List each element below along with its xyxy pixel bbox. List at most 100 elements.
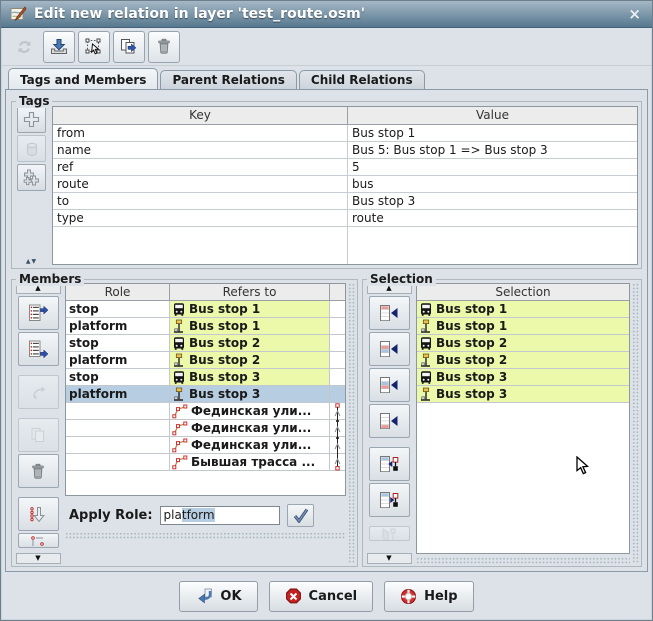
tag-key-cell[interactable]: type: [53, 210, 348, 226]
member-row[interactable]: stopBus stop 3: [66, 369, 345, 386]
tag-row-ref[interactable]: ref5: [53, 159, 637, 176]
tags-scroll-arrows[interactable]: ▲▼: [26, 258, 37, 265]
sort-members-button[interactable]: [18, 533, 59, 548]
member-row[interactable]: stopBus stop 2: [66, 335, 345, 352]
selection-column-header[interactable]: Selection: [417, 284, 629, 300]
value-column-header[interactable]: Value: [348, 107, 637, 124]
delete-relation-button[interactable]: [148, 31, 180, 63]
apply-role-input[interactable]: platform: [160, 506, 280, 525]
selection-horizontal-scrollbar[interactable]: [416, 557, 630, 564]
member-role-cell[interactable]: [66, 454, 170, 470]
member-role-cell[interactable]: stop: [66, 369, 170, 385]
selection-table-header[interactable]: Selection: [417, 284, 629, 301]
download-members-button[interactable]: [18, 497, 59, 531]
link-column-header[interactable]: [330, 284, 345, 300]
member-refers-to-cell[interactable]: Bus stop 2: [170, 335, 330, 351]
close-button[interactable]: ×: [626, 7, 643, 22]
member-refers-to-cell[interactable]: Bus stop 3: [170, 386, 330, 402]
tag-key-cell[interactable]: ref: [53, 159, 348, 175]
refers-to-column-header[interactable]: Refers to: [170, 284, 330, 300]
tag-row-name[interactable]: nameBus 5: Bus stop 1 => Bus stop 3: [53, 142, 637, 159]
member-row[interactable]: Фединская ули...: [66, 403, 345, 420]
selection-row[interactable]: Bus stop 3: [417, 386, 629, 403]
cancel-button[interactable]: Cancel: [269, 581, 374, 612]
members-table-empty-area[interactable]: [66, 471, 345, 495]
selection-row[interactable]: Bus stop 2: [417, 335, 629, 352]
member-role-cell[interactable]: stop: [66, 335, 170, 351]
duplicate-relation-button[interactable]: [113, 31, 145, 63]
tag-value-cell[interactable]: Bus 5: Bus stop 1 => Bus stop 3: [348, 142, 637, 158]
paste-tags-button[interactable]: [17, 164, 46, 191]
member-role-cell[interactable]: [66, 420, 170, 436]
tab-tags-and-members[interactable]: Tags and Members: [8, 68, 158, 89]
selection-row[interactable]: Bus stop 1: [417, 318, 629, 335]
tag-key-cell[interactable]: name: [53, 142, 348, 158]
tag-row-from[interactable]: fromBus stop 1: [53, 125, 637, 142]
member-row[interactable]: platformBus stop 2: [66, 352, 345, 369]
member-refers-to-cell[interactable]: Фединская ули...: [170, 437, 330, 453]
member-row[interactable]: platformBus stop 1: [66, 318, 345, 335]
tag-value-cell[interactable]: route: [348, 210, 637, 226]
members-scroll-down-button[interactable]: ▼: [16, 553, 61, 564]
ok-button[interactable]: OK: [179, 581, 257, 612]
member-refers-to-cell[interactable]: Bus stop 1: [170, 301, 330, 317]
selection-row[interactable]: Bus stop 1: [417, 301, 629, 318]
select-relation-button[interactable]: [78, 31, 110, 63]
add-selected-at-start-button[interactable]: [18, 296, 59, 330]
member-refers-to-cell[interactable]: Bus stop 1: [170, 318, 330, 334]
tags-table-header[interactable]: Key Value: [53, 107, 637, 125]
key-column-header[interactable]: Key: [53, 107, 348, 124]
tag-row-type[interactable]: typeroute: [53, 210, 637, 227]
selection-row[interactable]: Bus stop 3: [417, 369, 629, 386]
tab-child-relations[interactable]: Child Relations: [299, 70, 425, 89]
add-selection-at-start-button[interactable]: [369, 296, 410, 330]
members-horizontal-scrollbar[interactable]: [65, 532, 346, 539]
role-column-header[interactable]: Role: [66, 284, 170, 300]
member-row[interactable]: Фединская ули...: [66, 420, 345, 437]
member-refers-to-cell[interactable]: Bus stop 2: [170, 352, 330, 368]
member-refers-to-cell[interactable]: Фединская ули...: [170, 403, 330, 419]
remove-member-button[interactable]: [18, 454, 59, 488]
select-members-from-selection-button[interactable]: [369, 447, 410, 481]
member-row[interactable]: Бывшая трасса ...: [66, 454, 345, 471]
tag-value-cell[interactable]: bus: [348, 176, 637, 192]
member-row[interactable]: stopBus stop 1: [66, 301, 345, 318]
select-primitives-from-members-button[interactable]: [369, 483, 410, 517]
tag-key-cell[interactable]: to: [53, 193, 348, 209]
tag-row-to[interactable]: toBus stop 3: [53, 193, 637, 210]
member-refers-to-cell[interactable]: Фединская ули...: [170, 420, 330, 436]
member-refers-to-cell[interactable]: Бывшая трасса ...: [170, 454, 330, 470]
member-role-cell[interactable]: stop: [66, 301, 170, 317]
tab-parent-relations[interactable]: Parent Relations: [160, 70, 296, 89]
add-tag-button[interactable]: [17, 106, 46, 133]
member-role-cell[interactable]: platform: [66, 352, 170, 368]
apply-role-confirm-button[interactable]: [287, 504, 314, 527]
tag-value-cell[interactable]: Bus stop 1: [348, 125, 637, 141]
add-selected-at-end-button[interactable]: [18, 332, 59, 366]
tag-value-cell[interactable]: 5: [348, 159, 637, 175]
members-vertical-scrollbar[interactable]: [348, 283, 355, 564]
selection-vertical-scrollbar[interactable]: [632, 283, 639, 564]
tag-key-cell[interactable]: route: [53, 176, 348, 192]
add-selection-before-member-button[interactable]: [369, 332, 410, 366]
selection-scroll-down-button[interactable]: ▼: [367, 553, 412, 564]
titlebar[interactable]: Edit new relation in layer 'test_route.o…: [1, 1, 652, 28]
members-table-header[interactable]: Role Refers to: [66, 284, 345, 301]
member-row[interactable]: Фединская ули...: [66, 437, 345, 454]
member-row[interactable]: platformBus stop 3: [66, 386, 345, 403]
help-button[interactable]: Help: [384, 581, 473, 612]
selection-table-empty-area[interactable]: [417, 403, 629, 553]
tags-table-empty-area[interactable]: [53, 227, 637, 264]
add-selection-at-end-button[interactable]: [369, 404, 410, 438]
selection-row[interactable]: Bus stop 2: [417, 352, 629, 369]
tag-row-route[interactable]: routebus: [53, 176, 637, 193]
tag-key-cell[interactable]: from: [53, 125, 348, 141]
member-role-cell[interactable]: [66, 437, 170, 453]
apply-changes-button[interactable]: [43, 31, 75, 63]
add-selection-after-member-button[interactable]: [369, 368, 410, 402]
member-refers-to-cell[interactable]: Bus stop 3: [170, 369, 330, 385]
tag-value-cell[interactable]: Bus stop 3: [348, 193, 637, 209]
member-role-cell[interactable]: platform: [66, 386, 170, 402]
member-role-cell[interactable]: platform: [66, 318, 170, 334]
member-role-cell[interactable]: [66, 403, 170, 419]
